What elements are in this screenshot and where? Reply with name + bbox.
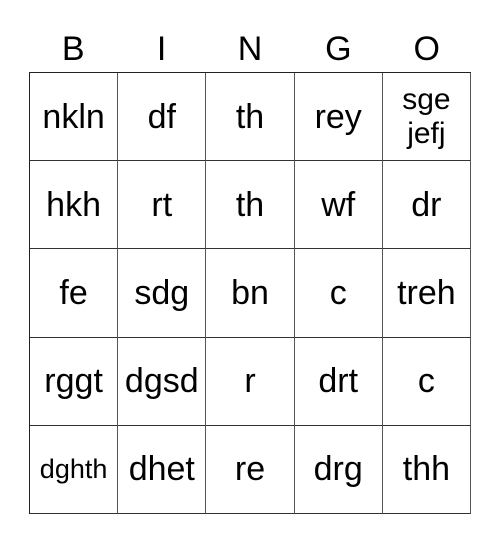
bingo-cell[interactable]: dgsd bbox=[118, 337, 207, 426]
bingo-cell[interactable]: bn bbox=[206, 249, 295, 338]
bingo-cell[interactable]: df bbox=[118, 73, 207, 162]
bingo-cell[interactable]: rt bbox=[118, 161, 207, 250]
bingo-cell[interactable]: rggt bbox=[30, 337, 119, 426]
bingo-cell[interactable]: th bbox=[206, 73, 295, 162]
bingo-cell[interactable]: drt bbox=[294, 337, 383, 426]
bingo-cell[interactable]: dr bbox=[382, 161, 471, 250]
bingo-cell[interactable]: rey bbox=[294, 73, 383, 162]
bingo-cell[interactable]: c bbox=[382, 337, 471, 426]
bingo-cell[interactable]: treh bbox=[382, 249, 471, 338]
bingo-cell[interactable]: sdg bbox=[118, 249, 207, 338]
header-letter-i: I bbox=[156, 30, 167, 68]
bingo-cell[interactable]: drg bbox=[294, 425, 383, 514]
bingo-cell[interactable]: thh bbox=[382, 425, 471, 514]
bingo-header: B I N G O bbox=[29, 26, 471, 72]
bingo-cell[interactable]: hkh bbox=[30, 161, 119, 250]
bingo-cell[interactable]: c bbox=[294, 249, 383, 338]
header-letter-b: B bbox=[61, 30, 85, 68]
bingo-cell[interactable]: dhet bbox=[118, 425, 207, 514]
bingo-cell[interactable]: th bbox=[206, 161, 295, 250]
bingo-cell[interactable]: wf bbox=[294, 161, 383, 250]
bingo-cell[interactable]: dghth bbox=[30, 425, 119, 514]
header-letter-g: G bbox=[325, 30, 352, 68]
header-letter-n: N bbox=[237, 30, 263, 68]
bingo-cell[interactable]: nkln bbox=[30, 73, 119, 162]
bingo-cell[interactable]: sge jefj bbox=[382, 73, 471, 162]
bingo-cell[interactable]: r bbox=[206, 337, 295, 426]
header-letter-o: O bbox=[413, 30, 440, 68]
bingo-grid: nkln df th rey sge jefj hkh rt th wf dr … bbox=[29, 72, 471, 514]
bingo-cell[interactable]: re bbox=[206, 425, 295, 514]
bingo-cell[interactable]: fe bbox=[30, 249, 119, 338]
